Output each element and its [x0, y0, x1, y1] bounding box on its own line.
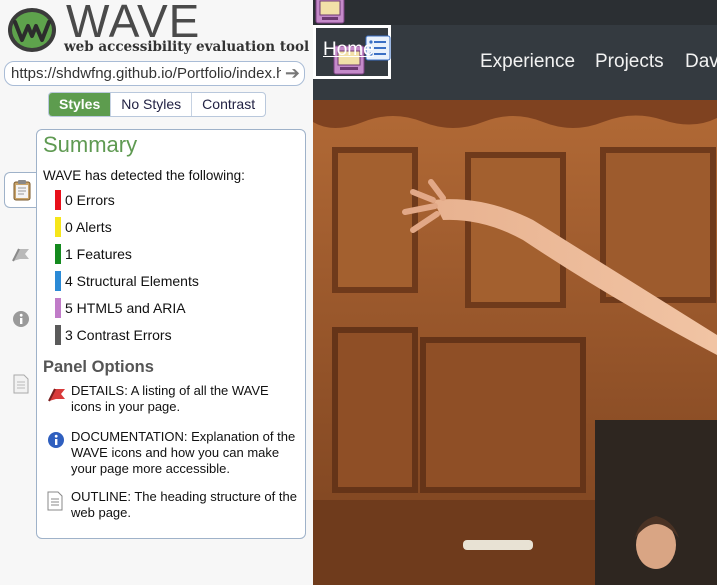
tab-summary[interactable] — [4, 172, 38, 208]
summary-panel: Summary WAVE has detected the following:… — [36, 129, 306, 539]
features-color-bar — [55, 243, 61, 264]
nav-link-experience[interactable]: Experience — [480, 51, 575, 73]
contrast-button[interactable]: Contrast — [191, 93, 265, 116]
tab-details[interactable] — [4, 236, 38, 272]
nav-link-dav[interactable]: Dav — [685, 51, 717, 73]
website-preview: Home Experience Projects Dav — [313, 0, 717, 585]
stat-label: 5 HTML5 and ARIA — [65, 299, 186, 316]
url-input[interactable]: https://shdwfng.github.io/Portfolio/inde… — [11, 65, 281, 82]
option-outline[interactable]: OUTLINE: The heading structure of the we… — [47, 489, 302, 521]
structural-color-bar — [55, 270, 61, 291]
option-documentation[interactable]: DOCUMENTATION: Explanation of the WAVE i… — [47, 429, 302, 477]
go-arrow-icon[interactable]: ➔ — [285, 63, 300, 84]
wave-html5-icon[interactable] — [315, 0, 345, 25]
alerts-color-bar — [55, 216, 61, 237]
view-toggle: Styles No Styles Contrast — [48, 92, 267, 117]
url-field[interactable]: https://shdwfng.github.io/Portfolio/inde… — [4, 61, 305, 86]
outline-description: OUTLINE: The heading structure of the we… — [71, 489, 297, 520]
summary-stats: 0 Errors 0 Alerts 1 Features 4 Structura… — [55, 186, 199, 348]
summary-intro: WAVE has detected the following: — [43, 168, 245, 183]
nav-link-projects[interactable]: Projects — [595, 51, 664, 73]
document-icon — [47, 491, 63, 511]
flag-icon — [48, 388, 65, 402]
errors-color-bar — [55, 189, 61, 210]
html5-aria-color-bar — [55, 297, 61, 318]
stat-label: 0 Alerts — [65, 218, 112, 235]
stat-label: 1 Features — [65, 245, 132, 262]
hero-image — [313, 100, 717, 585]
info-icon — [48, 432, 64, 448]
stat-features[interactable]: 1 Features — [55, 240, 199, 267]
stat-errors[interactable]: 0 Errors — [55, 186, 199, 213]
no-styles-button[interactable]: No Styles — [110, 93, 191, 116]
tab-outline[interactable] — [4, 366, 38, 402]
details-description: DETAILS: A listing of all the WAVE icons… — [71, 383, 269, 414]
wave-logo[interactable]: WAVE web accessibility evaluation tool — [4, 0, 310, 58]
stat-alerts[interactable]: 0 Alerts — [55, 213, 199, 240]
info-icon — [13, 311, 29, 327]
stat-label: 0 Errors — [65, 191, 115, 208]
option-details[interactable]: DETAILS: A listing of all the WAVE icons… — [47, 383, 302, 415]
wave-sidebar: WAVE web accessibility evaluation tool h… — [0, 0, 313, 585]
summary-title: Summary — [43, 132, 138, 157]
nav-home-label: Home — [323, 39, 374, 60]
styles-button[interactable]: Styles — [49, 93, 111, 116]
hero-photo — [313, 100, 717, 585]
stat-html5-aria[interactable]: 5 HTML5 and ARIA — [55, 294, 199, 321]
wave-logo-icon — [8, 8, 56, 52]
site-navbar: Home Experience Projects Dav — [313, 25, 717, 100]
tab-documentation[interactable] — [4, 301, 38, 337]
site-topbar — [313, 0, 717, 25]
clipboard-icon — [13, 180, 30, 201]
documentation-description: DOCUMENTATION: Explanation of the WAVE i… — [71, 429, 296, 476]
document-icon — [13, 374, 29, 394]
wave-tagline: web accessibility evaluation tool — [64, 39, 310, 55]
panel-options-title: Panel Options — [43, 358, 154, 376]
stat-contrast[interactable]: 3 Contrast Errors — [55, 321, 199, 348]
stat-structural[interactable]: 4 Structural Elements — [55, 267, 199, 294]
stat-label: 4 Structural Elements — [65, 272, 199, 289]
flag-icon — [12, 248, 29, 262]
contrast-color-bar — [55, 324, 61, 345]
stat-label: 3 Contrast Errors — [65, 326, 172, 343]
